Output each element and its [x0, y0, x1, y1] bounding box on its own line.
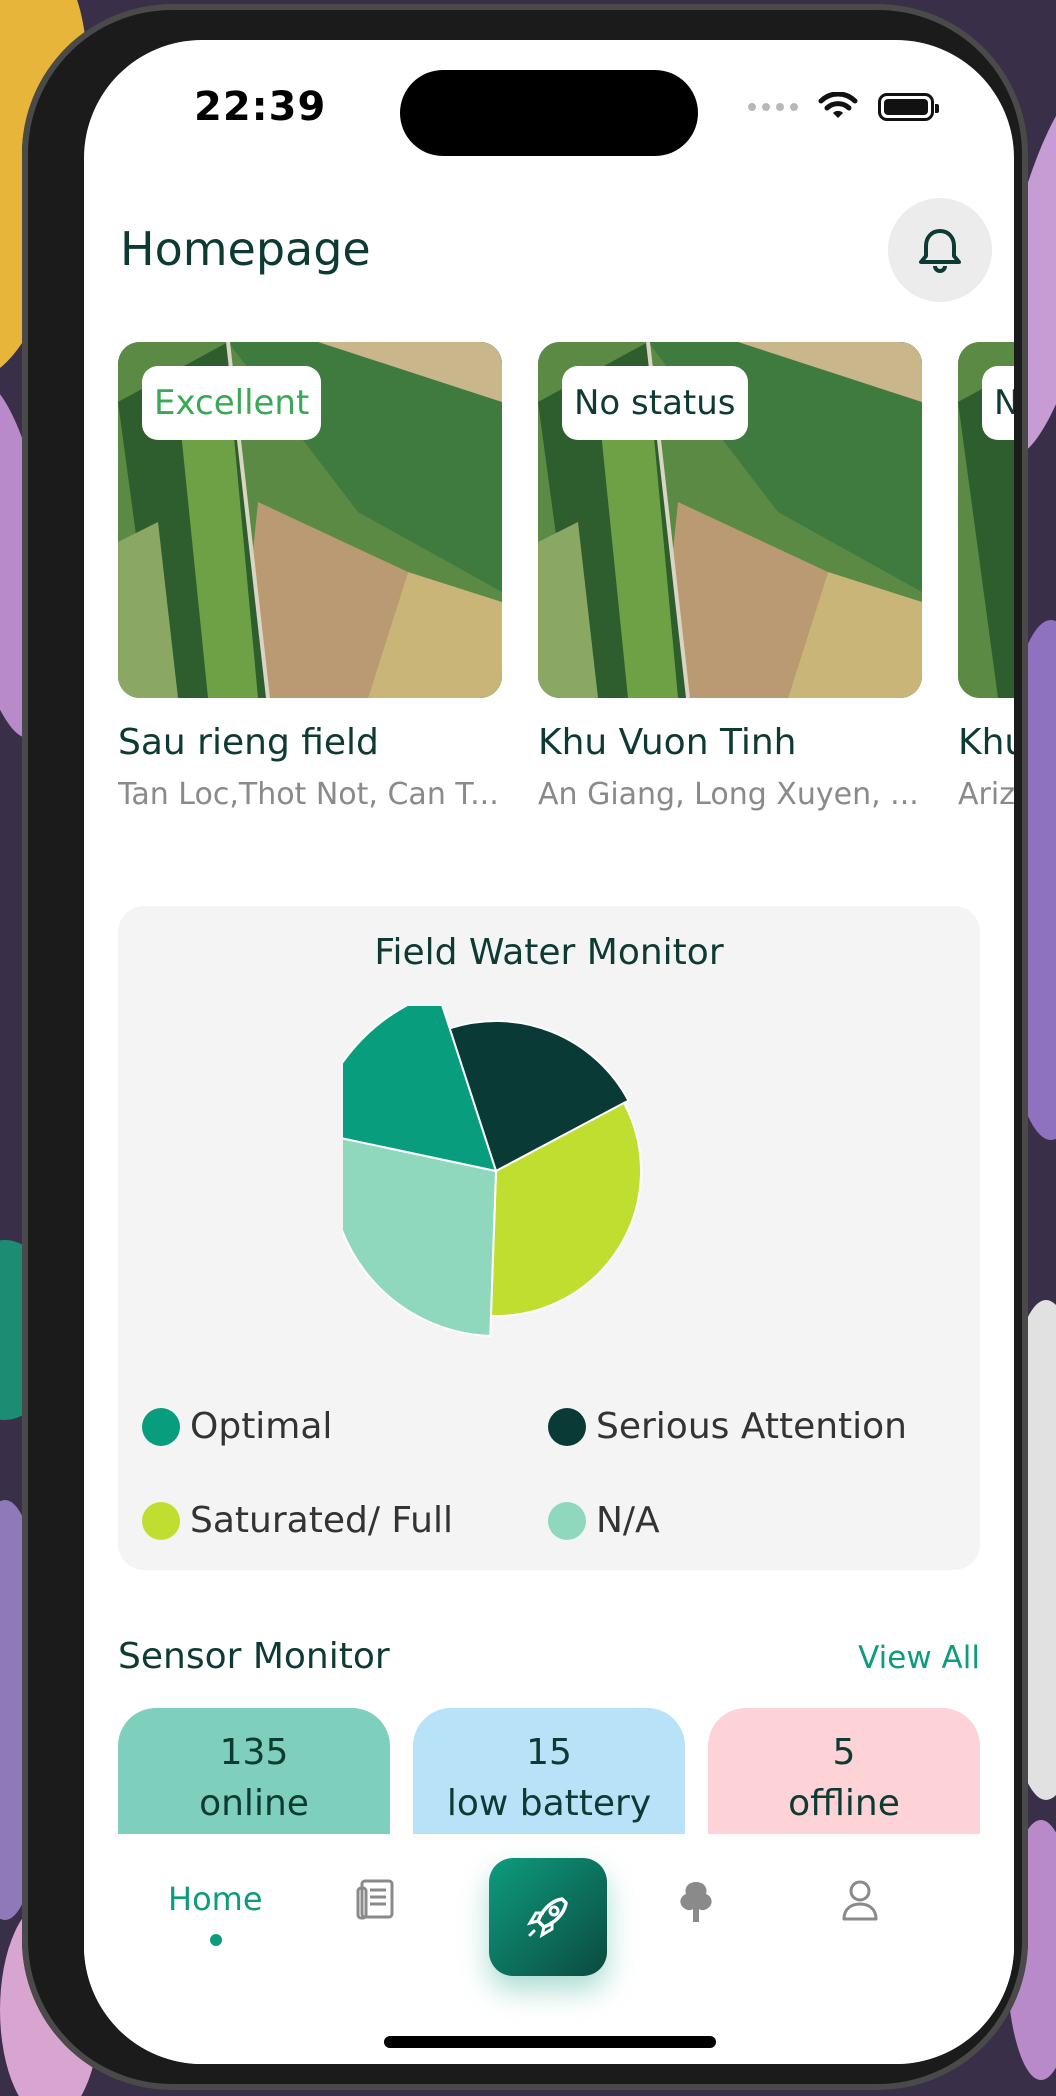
news-icon[interactable] [356, 1878, 396, 1922]
sensor-count: 5 [832, 1732, 856, 1773]
sensor-count: 15 [526, 1732, 572, 1773]
legend-dot [548, 1501, 586, 1540]
legend-label: Serious Attention [596, 1406, 907, 1447]
field-card[interactable]: Excellent Sau rieng field Tan Loc,Thot N… [118, 342, 502, 812]
legend-na: N/A [548, 1500, 660, 1541]
status-time: 22:39 [194, 84, 327, 130]
monitor-title: Field Water Monitor [374, 932, 724, 973]
wifi-icon [818, 92, 858, 118]
legend-dot [142, 1407, 180, 1446]
profile-icon[interactable] [840, 1878, 880, 1922]
field-name: Khu Vuon Tinh [538, 722, 797, 763]
sensor-label: low battery [446, 1783, 652, 1824]
field-status-badge: Excellent [142, 366, 322, 440]
legend-label: N/A [596, 1500, 660, 1541]
tree-icon[interactable] [674, 1878, 718, 1926]
legend-dot [548, 1407, 586, 1446]
legend-optimal: Optimal [142, 1406, 332, 1447]
sensor-monitor-title: Sensor Monitor [118, 1636, 390, 1677]
field-image: N [958, 342, 1014, 698]
legend-serious-attention: Serious Attention [548, 1406, 907, 1447]
field-image: Excellent [118, 342, 502, 698]
app-screen: 22:39 Homepage Excellent Sau rieng field… [84, 40, 1014, 2064]
status-icons [748, 92, 939, 122]
bottom-nav: Home [84, 1834, 1014, 2064]
dynamic-island [400, 70, 698, 156]
sensor-label: online [199, 1783, 309, 1824]
notifications-button[interactable] [888, 198, 992, 302]
battery-icon [878, 93, 939, 121]
page-title: Homepage [120, 222, 371, 276]
field-image: No status [538, 342, 922, 698]
sensor-label: offline [788, 1783, 900, 1824]
sensor-count: 135 [219, 1732, 289, 1773]
home-indicator [384, 2036, 716, 2048]
field-water-monitor: Field Water Monitor Optimal Serious Atte… [118, 906, 980, 1570]
nav-home[interactable]: Home [168, 1880, 263, 1918]
water-pie-chart [343, 1006, 642, 1337]
legend-label: Optimal [190, 1406, 333, 1447]
field-location: An Giang, Long Xuyen, ... [538, 777, 919, 812]
field-status-badge: N [982, 366, 1014, 440]
field-location: Ariz [958, 777, 1014, 812]
field-card[interactable]: No status Khu Vuon Tinh An Giang, Long X… [538, 342, 922, 812]
field-name: Khu [958, 722, 1014, 763]
legend-label: Saturated/ Full [190, 1500, 453, 1541]
field-status-badge: No status [562, 366, 748, 440]
legend-dot [142, 1501, 180, 1540]
phone-frame: 22:39 Homepage Excellent Sau rieng field… [22, 4, 1028, 2090]
legend-saturated: Saturated/ Full [142, 1500, 453, 1541]
signal-icon [748, 103, 798, 111]
view-all-link[interactable]: View All [858, 1640, 980, 1676]
field-location: Tan Loc,Thot Not, Can T... [118, 777, 499, 812]
launch-button[interactable] [489, 1858, 607, 1976]
bell-icon [919, 229, 961, 273]
field-name: Sau rieng field [118, 722, 379, 763]
nav-active-indicator [210, 1934, 222, 1946]
field-card[interactable]: N Khu Ariz [958, 342, 1014, 812]
field-carousel[interactable]: Excellent Sau rieng field Tan Loc,Thot N… [118, 342, 1014, 862]
rocket-icon [526, 1897, 568, 1939]
